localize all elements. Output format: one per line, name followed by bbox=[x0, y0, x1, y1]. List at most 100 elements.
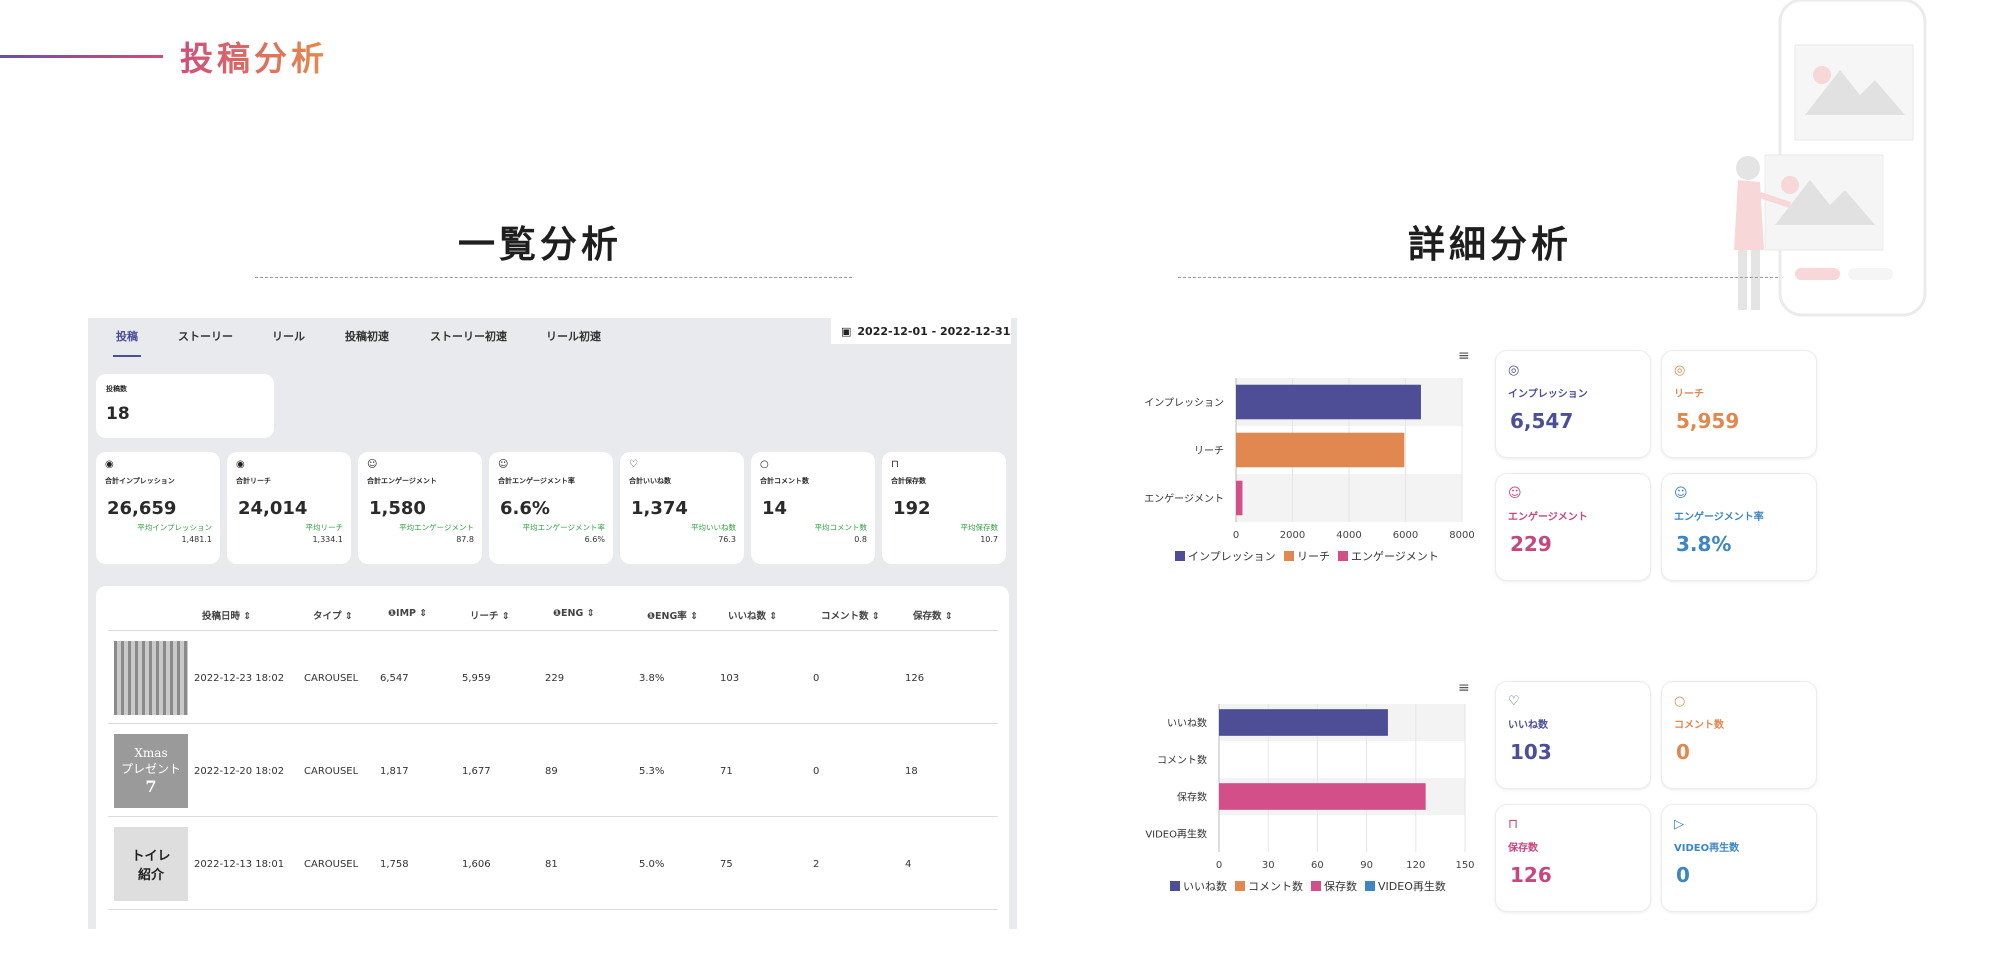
detail-title-divider bbox=[1178, 277, 1778, 278]
x-tick-label: 90 bbox=[1360, 860, 1373, 871]
tab-story-initial[interactable]: ストーリー初速 bbox=[430, 328, 507, 344]
stat-average-value: 1,334.1 bbox=[312, 535, 343, 544]
metric-value: 103 bbox=[1510, 740, 1552, 764]
stat-card: ♡ 合計いいね数 1,374 平均いいね数 76.3 bbox=[620, 452, 744, 564]
metric-value: 6,547 bbox=[1510, 409, 1574, 433]
cell-date: 2022-12-13 18:01 bbox=[194, 859, 285, 870]
impressions-bar-chart: 0 2000 4000 6000 8000インプレッションリーチエンゲージメントインプレ… bbox=[1144, 378, 1475, 563]
category-label: 保存数 bbox=[1177, 791, 1207, 804]
cell-eng-rate: 5.0% bbox=[639, 859, 665, 870]
stat-average-label: 平均保存数 bbox=[960, 523, 999, 532]
stat-card: ◉ 合計インプレッション 26,659 平均インプレッション 1,481.1 bbox=[96, 452, 220, 564]
x-tick-label: 2000 bbox=[1280, 530, 1305, 541]
smile-icon: ☺ bbox=[367, 459, 378, 470]
cell-reach: 1,677 bbox=[462, 766, 491, 777]
eye-icon: ◎ bbox=[1508, 363, 1520, 378]
cell-reach: 1,606 bbox=[462, 859, 491, 870]
stat-average-label: 平均いいね数 bbox=[691, 523, 736, 532]
tab-reels[interactable]: リール bbox=[272, 328, 305, 344]
thumbnail-image: Xmas プレゼント 7 bbox=[114, 734, 188, 808]
detail-analysis-title: 詳細分析 bbox=[1408, 223, 1572, 266]
table-row[interactable] bbox=[108, 909, 998, 929]
stat-label: 合計保存数 bbox=[891, 477, 926, 485]
play-icon: ▷ bbox=[1674, 817, 1684, 832]
metric-label: エンゲージメント bbox=[1508, 512, 1588, 523]
stat-label: 合計いいね数 bbox=[629, 477, 671, 485]
stat-value: 192 bbox=[893, 498, 931, 519]
thumbnail-image: トイレ 紹介 bbox=[114, 827, 188, 901]
engagement-bar-chart: 0 30 60 90 120 150いいね数コメント数保存数VIDEO再生数いいね数 コメン… bbox=[1145, 704, 1475, 893]
stat-card: ◉ 合計リーチ 24,014 平均リーチ 1,334.1 bbox=[227, 452, 351, 564]
stat-average-value: 10.7 bbox=[980, 535, 998, 544]
col-type[interactable]: タイプ ⇕ bbox=[313, 608, 353, 622]
metric-value: 0 bbox=[1676, 863, 1690, 887]
cell-comments: 0 bbox=[813, 766, 820, 777]
metric-card: ○ コメント数 0 bbox=[1661, 681, 1817, 789]
col-saves[interactable]: 保存数 ⇕ bbox=[913, 608, 953, 622]
metric-label: VIDEO再生数 bbox=[1674, 843, 1740, 854]
page-title: 投稿分析 bbox=[180, 32, 328, 80]
col-likes[interactable]: いいね数 ⇕ bbox=[728, 608, 777, 622]
metric-card: ⊓ 保存数 126 bbox=[1495, 804, 1651, 912]
x-tick-label: 0 bbox=[1233, 530, 1239, 541]
metric-value: 126 bbox=[1510, 863, 1552, 887]
eye-icon: ◎ bbox=[1674, 363, 1686, 378]
table-row[interactable]: トイレ 紹介 2022-12-13 18:01 CAROUSEL 1,758 1… bbox=[108, 816, 998, 909]
list-title-divider bbox=[255, 277, 852, 278]
cell-likes: 75 bbox=[720, 859, 733, 870]
active-tab-indicator bbox=[113, 355, 141, 357]
post-list-app-screenshot: 投稿 ストーリー リール 投稿初速 ストーリー初速 リール初速 ▣ 2022-1… bbox=[88, 318, 1017, 929]
metric-label: リーチ bbox=[1674, 389, 1704, 400]
stat-value: 6.6% bbox=[500, 498, 550, 519]
stat-card: ☺ 合計エンゲージメント 1,580 平均エンゲージメント 87.8 bbox=[358, 452, 482, 564]
stat-card: ☺ 合計エンゲージメント率 6.6% 平均エンゲージメント率 6.6% bbox=[489, 452, 613, 564]
post-thumbnail[interactable]: Xmas プレゼント 7 bbox=[114, 734, 188, 808]
legend-swatch bbox=[1235, 881, 1245, 891]
metric-card: ☺ エンゲージメント 229 bbox=[1495, 473, 1651, 581]
tab-stories[interactable]: ストーリー bbox=[178, 328, 233, 344]
x-tick-label: 4000 bbox=[1336, 530, 1361, 541]
metric-card: ♡ いいね数 103 bbox=[1495, 681, 1651, 789]
stat-value: 14 bbox=[762, 498, 788, 519]
bar bbox=[1219, 783, 1426, 810]
col-date[interactable]: 投稿日時 ⇕ bbox=[202, 608, 251, 622]
category-label: エンゲージメント bbox=[1144, 493, 1224, 505]
stat-average-value: 1,481.1 bbox=[181, 535, 212, 544]
tab-reel-initial[interactable]: リール初速 bbox=[546, 328, 601, 344]
legend-swatch bbox=[1365, 881, 1375, 891]
post-thumbnail[interactable]: トイレ 紹介 bbox=[114, 827, 188, 901]
table-row[interactable]: Xmas プレゼント 7 2022-12-20 18:02 CAROUSEL 1… bbox=[108, 723, 998, 816]
col-imp[interactable]: ❶IMP ⇕ bbox=[388, 608, 427, 619]
category-label: いいね数 bbox=[1167, 717, 1207, 730]
tab-post-initial[interactable]: 投稿初速 bbox=[345, 328, 389, 344]
tab-posts[interactable]: 投稿 bbox=[116, 328, 138, 344]
col-comments[interactable]: コメント数 ⇕ bbox=[821, 608, 880, 622]
date-range-picker[interactable]: ▣ 2022-12-01 - 2022-12-31 bbox=[831, 318, 1011, 344]
stat-average-value: 76.3 bbox=[718, 535, 736, 544]
table-row[interactable]: 2022-12-23 18:02 CAROUSEL 6,547 5,959 22… bbox=[108, 630, 998, 723]
date-range-value: 2022-12-01 - 2022-12-31 bbox=[857, 324, 1011, 338]
metric-label: いいね数 bbox=[1508, 720, 1548, 731]
cell-saves: 4 bbox=[905, 859, 912, 870]
stat-average-label: 平均リーチ bbox=[305, 523, 344, 532]
legend-label: インプレッション bbox=[1188, 550, 1276, 563]
metric-label: インプレッション bbox=[1508, 389, 1588, 400]
comment-icon: ○ bbox=[760, 459, 769, 470]
col-eng[interactable]: ❶ENG ⇕ bbox=[553, 608, 595, 619]
col-reach[interactable]: リーチ ⇕ bbox=[470, 608, 510, 622]
col-eng-rate[interactable]: ❶ENG率 ⇕ bbox=[647, 608, 698, 622]
stat-label: 合計エンゲージメント率 bbox=[498, 477, 575, 485]
stat-label: 合計リーチ bbox=[236, 477, 271, 485]
legend-swatch bbox=[1284, 551, 1294, 561]
legend-swatch bbox=[1175, 551, 1185, 561]
bookmark-icon: ⊓ bbox=[891, 459, 899, 470]
metric-value: 5,959 bbox=[1676, 409, 1740, 433]
stat-value: 26,659 bbox=[107, 498, 177, 519]
metric-card: ▷ VIDEO再生数 0 bbox=[1661, 804, 1817, 912]
post-thumbnail[interactable] bbox=[114, 641, 188, 715]
heart-icon: ♡ bbox=[1508, 694, 1520, 709]
stat-card: ⊓ 合計保存数 192 平均保存数 10.7 bbox=[882, 452, 1006, 564]
cell-date: 2022-12-20 18:02 bbox=[194, 766, 285, 777]
posts-table: 投稿日時 ⇕ タイプ ⇕ ❶IMP ⇕ リーチ ⇕ ❶ENG ⇕ ❶ENG率 ⇕… bbox=[96, 586, 1009, 929]
cell-eng-rate: 3.8% bbox=[639, 673, 665, 684]
